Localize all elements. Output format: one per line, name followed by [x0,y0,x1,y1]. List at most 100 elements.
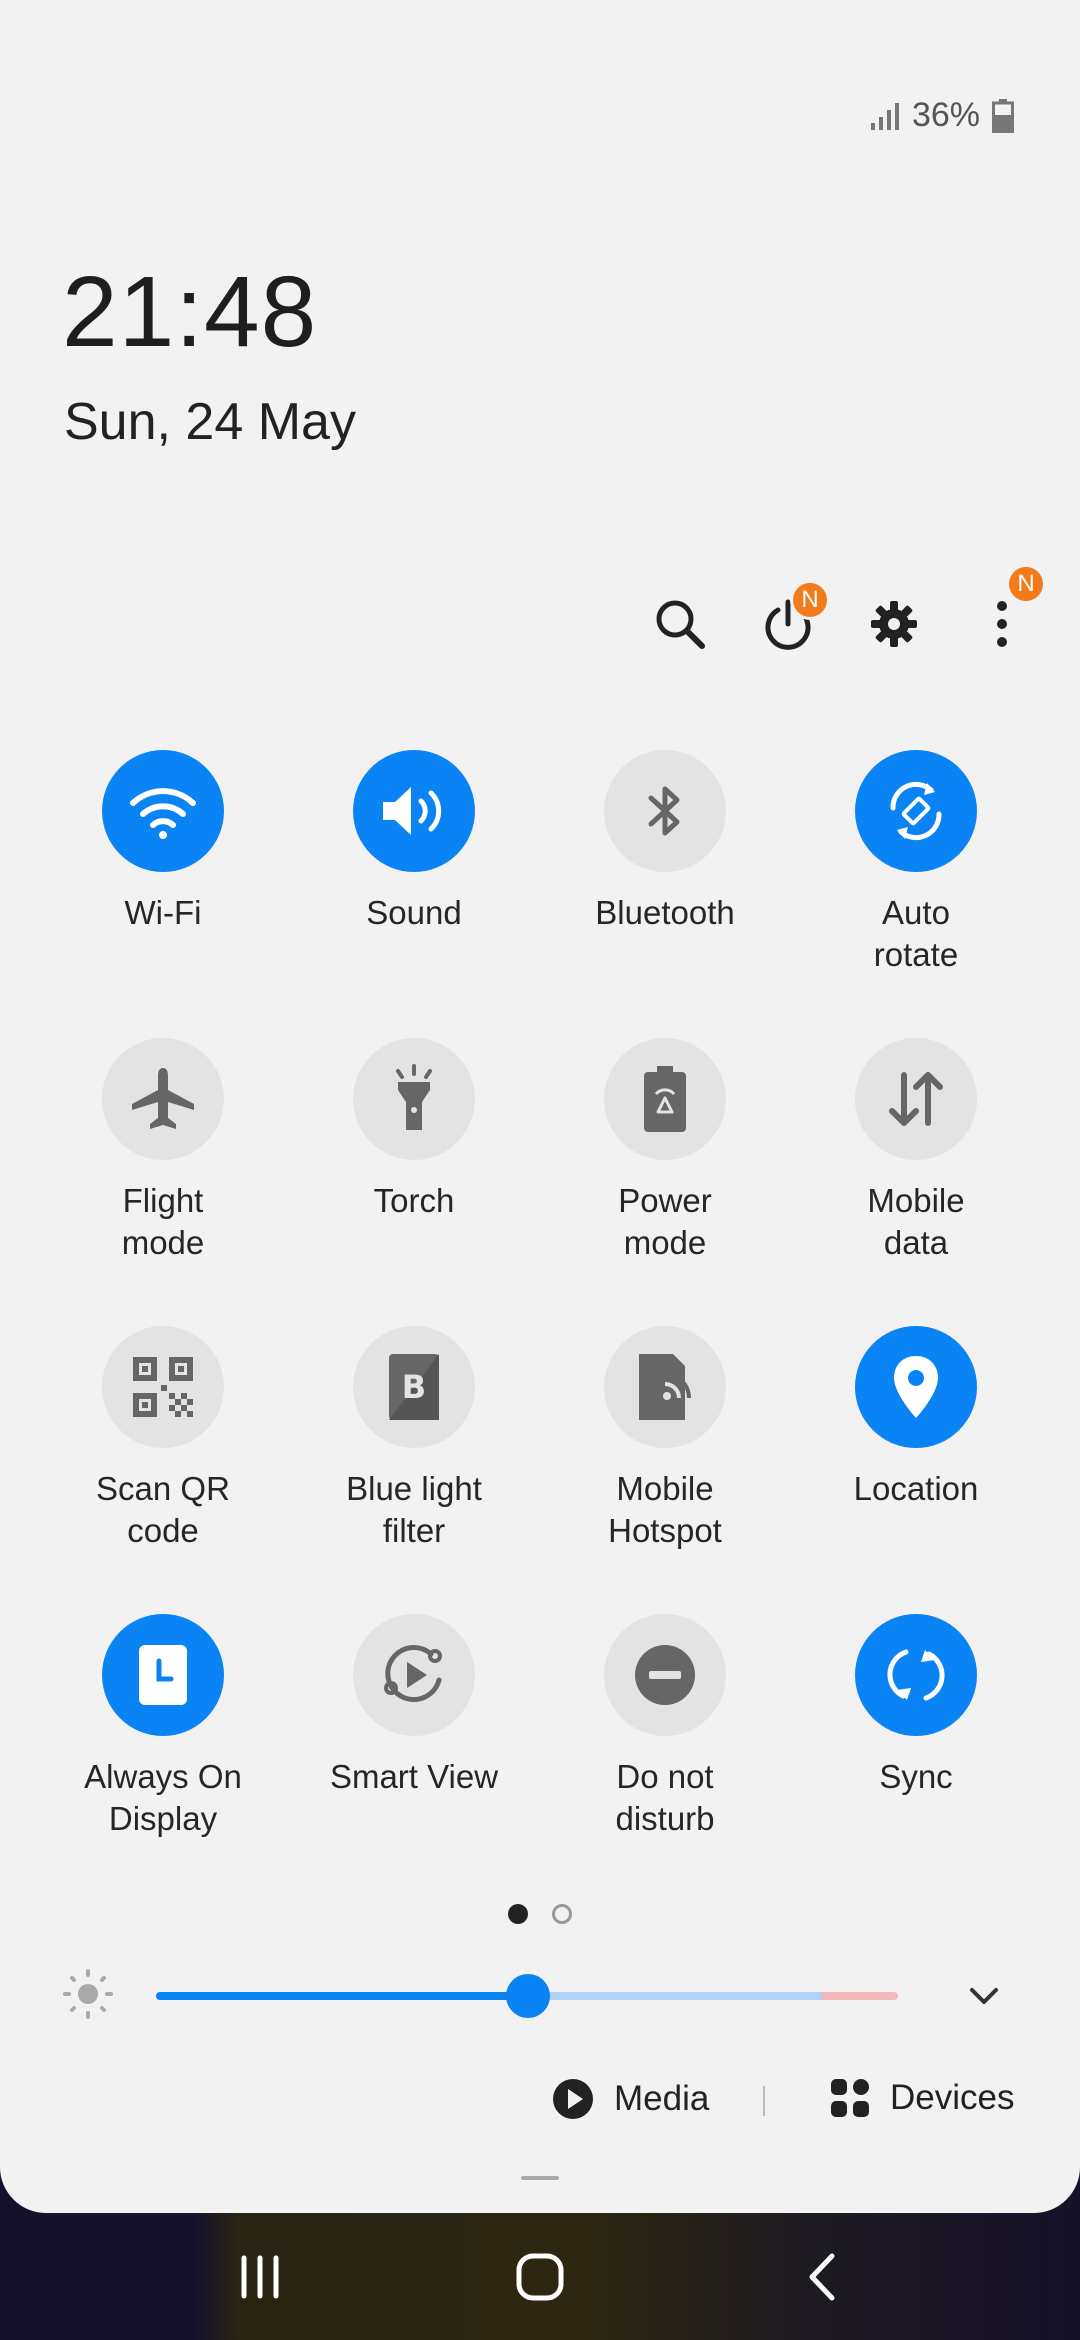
clock-date: Sun, 24 May [64,393,356,451]
settings-button[interactable] [856,586,932,662]
hotspot-icon [639,1354,691,1420]
svg-text:B: B [402,1368,426,1406]
tile-blue-light-filter-toggle[interactable]: B [353,1326,475,1448]
status-bar: 36% [870,96,1014,135]
qr-code-icon [133,1357,193,1417]
tile-sync-toggle[interactable] [855,1614,977,1736]
sync-icon [887,1649,945,1701]
tile-mobile-hotspot[interactable]: Mobile Hotspot [540,1326,790,1552]
tile-sync[interactable]: Sync [791,1614,1041,1798]
tile-mobile-data-toggle[interactable] [855,1038,977,1160]
more-notification-badge: N [1006,564,1046,604]
navigation-bar [0,2213,1080,2340]
more-options-button[interactable]: N [964,564,1046,662]
torch-icon [396,1064,432,1130]
tile-label: Scan QR code [96,1470,230,1549]
brightness-slider-thumb[interactable] [506,1974,550,2018]
tile-bluetooth-toggle[interactable] [604,750,726,872]
auto-rotate-icon [890,781,942,841]
power-mode-icon [644,1066,686,1132]
tile-auto-rotate[interactable]: Auto rotate [791,750,1041,976]
tile-torch-toggle[interactable] [353,1038,475,1160]
tile-sound[interactable]: Sound [289,750,539,934]
tile-torch[interactable]: Torch [289,1038,539,1222]
home-button[interactable] [460,2213,620,2340]
tile-scan-qr-code[interactable]: Scan QR code [38,1326,288,1552]
search-button[interactable] [642,586,718,662]
media-label: Media [614,2079,710,2118]
tile-label: Power mode [618,1182,712,1261]
recent-apps-icon [241,2255,279,2298]
divider [763,2086,765,2116]
home-icon [516,2253,564,2300]
devices-button[interactable]: Devices [830,2078,1014,2118]
tile-bluetooth[interactable]: Bluetooth [540,750,790,934]
page-dot-active[interactable] [508,1904,528,1924]
tile-smart-view[interactable]: Smart View [289,1614,539,1798]
tile-label: Mobile data [867,1182,965,1261]
more-vert-icon [997,601,1007,647]
tile-do-not-disturb-toggle[interactable] [604,1614,726,1736]
tile-label: Location [853,1470,979,1507]
back-button[interactable] [742,2213,902,2340]
tile-always-on-display-toggle[interactable] [102,1614,224,1736]
brightness-track-remaining [528,1992,822,2000]
devices-grid-icon [831,2079,869,2117]
tile-label: Always On Display [84,1758,242,1837]
tile-mobile-data[interactable]: Mobile data [791,1038,1041,1264]
tile-label: Torch [373,1182,455,1219]
smart-view-icon [384,1645,442,1703]
tile-wifi-toggle[interactable] [102,750,224,872]
blue-light-icon: B [389,1354,439,1420]
tile-flight-mode[interactable]: Flight mode [38,1038,288,1264]
tile-power-mode[interactable]: Power mode [540,1038,790,1264]
tile-location[interactable]: Location [791,1326,1041,1510]
tile-mobile-hotspot-toggle[interactable] [604,1326,726,1448]
tile-label: Sound [366,894,462,931]
signal-icon [870,102,899,130]
tile-smart-view-toggle[interactable] [353,1614,475,1736]
media-devices-row: Media Devices [0,2072,1080,2132]
recent-apps-button[interactable] [180,2213,340,2340]
tile-auto-rotate-toggle[interactable] [855,750,977,872]
tile-always-on-display[interactable]: Always On Display [38,1614,288,1840]
back-icon [809,2253,835,2300]
brightness-row [0,1960,1080,2030]
brightness-icon [63,1969,113,2019]
brightness-track-high [822,1992,898,2000]
tile-label: Smart View [329,1758,499,1795]
media-button[interactable]: Media [552,2078,709,2120]
tile-label: Blue light filter [346,1470,482,1549]
power-notification-badge: N [790,580,830,620]
tile-flight-mode-toggle[interactable] [102,1038,224,1160]
quick-settings-panel: 36% 21:48 Sun, 24 May N N Wi-Fi Sound Bl… [0,0,1080,2213]
tile-label: Bluetooth [595,894,735,931]
page-dot[interactable] [552,1904,572,1924]
devices-label: Devices [890,2078,1015,2117]
top-actions: N N [0,564,1080,666]
tile-scan-qr-code-toggle[interactable] [102,1326,224,1448]
tile-blue-light-filter[interactable]: B Blue light filter [289,1326,539,1552]
always-on-display-icon [139,1645,187,1705]
battery-percent: 36% [911,96,980,134]
brightness-track-filled [156,1992,528,2000]
chevron-down-icon[interactable] [966,1978,1002,2014]
location-icon [894,1356,938,1418]
tile-label: Sync [879,1758,953,1795]
tile-sound-toggle[interactable] [353,750,475,872]
tile-do-not-disturb[interactable]: Do not disturb [540,1614,790,1840]
battery-icon [992,98,1014,133]
tile-power-mode-toggle[interactable] [604,1038,726,1160]
tile-label: Auto rotate [873,894,959,973]
mobile-data-icon [889,1072,943,1126]
airplane-icon [132,1068,194,1129]
wifi-icon [130,788,196,839]
tile-location-toggle[interactable] [855,1326,977,1448]
bluetooth-icon [648,786,680,836]
tile-label: Wi-Fi [124,894,202,931]
tile-label: Flight mode [121,1182,205,1261]
gear-icon [871,601,917,647]
power-button[interactable]: N [750,580,830,662]
panel-drag-handle[interactable] [521,2176,559,2180]
tile-wifi[interactable]: Wi-Fi [38,750,288,934]
